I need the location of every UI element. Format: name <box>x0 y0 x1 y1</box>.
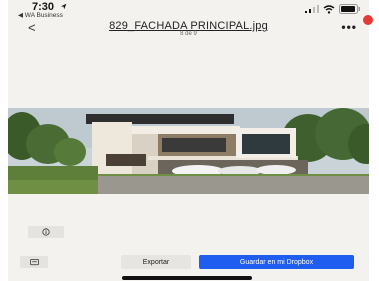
screen: 7:30 ◀ WA Business < 829_FACHADA PRINCIP… <box>0 0 379 281</box>
status-bar: 7:30 ◀ WA Business <box>8 0 373 25</box>
wifi-icon <box>323 4 335 14</box>
home-indicator[interactable] <box>122 276 252 280</box>
info-button[interactable] <box>28 226 64 238</box>
action-bar: Exportar Guardar en mi Dropbox <box>8 252 369 274</box>
comment-button[interactable] <box>20 256 48 268</box>
export-button[interactable]: Exportar <box>121 255 191 269</box>
page-counter: 8 de 9 <box>180 31 197 37</box>
image-preview[interactable] <box>8 108 369 194</box>
comment-icon <box>29 258 39 265</box>
frame-right <box>369 0 379 281</box>
signal-icon <box>305 5 319 13</box>
battery-icon <box>339 4 360 14</box>
info-icon <box>42 228 50 236</box>
status-icons <box>305 4 361 14</box>
location-arrow-icon <box>60 3 67 10</box>
more-options-button[interactable]: ••• <box>341 20 357 34</box>
house-rendering <box>8 108 369 194</box>
save-to-dropbox-button[interactable]: Guardar en mi Dropbox <box>199 255 354 269</box>
viewer-header: < 829_FACHADA PRINCIPAL.jpg 8 de 9 ••• <box>8 18 369 40</box>
frame-left <box>0 0 8 281</box>
